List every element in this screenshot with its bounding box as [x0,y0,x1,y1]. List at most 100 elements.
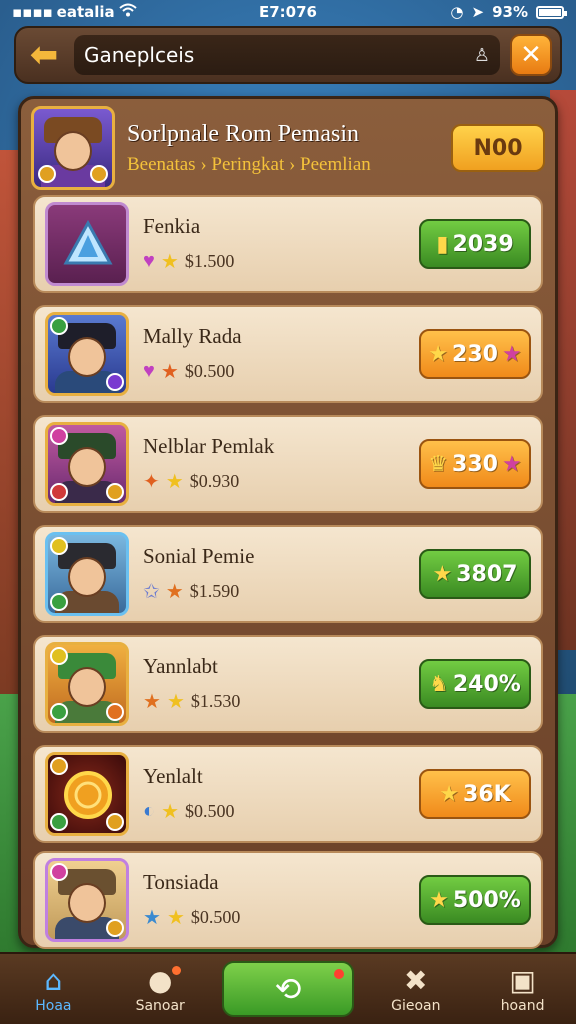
panel-action-button[interactable]: N00 [451,124,545,172]
nav-search[interactable]: ● Sanoar [115,964,205,1014]
claim-label: 3807 [456,561,518,587]
gem-icon [50,427,68,445]
gem-icon [106,919,124,937]
character-face [54,131,92,172]
search-text: Ganeplceis [84,43,195,67]
nav-board[interactable]: ▣ hoand [478,964,568,1014]
close-icon: ✕ [520,40,542,70]
item-icon [45,202,129,286]
character-face [68,447,106,488]
nav-home[interactable]: ⌂ Hoaa [8,964,98,1014]
item-stat: $1.530 [190,691,241,711]
status-bar: ▪▪▪▪ eatalia E7:076 ◔ ➤ 93% [0,0,576,24]
gem-icon [50,647,68,665]
star-icon: ★ [143,907,161,929]
star-icon: ★ [161,801,180,823]
nav-home-label: Hoaa [35,998,72,1014]
battery-fill [539,8,562,16]
close-button[interactable]: ✕ [510,34,552,76]
list-item[interactable]: Yannlabt ★ ★ $1.530 ♞ 240% [33,635,543,733]
featured-avatar[interactable] [31,106,115,190]
item-icon [45,752,129,836]
nav-battle[interactable]: ✖ Gieoan [371,964,461,1014]
home-icon: ⌂ [44,964,63,997]
character-face [68,883,106,924]
gem-icon [50,317,68,335]
star-icon: ★ [160,251,179,273]
item-stat: $0.500 [190,907,241,927]
character-face [68,557,106,598]
battery-percent: 93% [492,3,528,21]
gem-icon [106,703,124,721]
carrier: ▪▪▪▪ eatalia [12,3,137,21]
list-item[interactable]: Yenlalt ◐ ★ $0.500 ★ 36K [33,745,543,843]
star-icon: ★ [165,471,184,493]
claim-button[interactable]: ★ 36K [419,769,531,819]
crystal-icon [63,219,113,265]
panel-title: Sorlpnale Rom Pemasin [127,120,359,147]
claim-label: 36K [463,781,511,807]
claim-button[interactable]: ★ 500% [419,875,531,925]
nav-search-label: Sanoar [135,998,185,1014]
claim-button[interactable]: ▮ 2039 [419,219,531,269]
star-icon: ★ [143,691,161,713]
item-stat: $0.930 [189,471,240,491]
item-stat: $1.500 [184,251,235,271]
gem-icon [50,757,68,775]
heart-icon: ♥ [143,360,155,382]
nav-center-button[interactable]: ⟲ [221,961,354,1017]
avatar [45,858,129,942]
star-icon: ★ [160,361,179,383]
item-name: Nelblar Pemlak [143,434,275,458]
gem-icon [38,165,56,183]
crossed-swords-icon: ✖ [404,964,428,997]
gem-icon [50,483,68,501]
signal-icon: ▪▪▪▪ [12,3,53,21]
claim-button[interactable]: ★ 230 ★ [419,329,531,379]
nav-battle-label: Gieoan [391,998,441,1014]
character-face [68,667,106,708]
item-name: Tonsiada [143,870,219,894]
star-icon: ★ [429,887,449,913]
list-item[interactable]: Fenkia ♥ ★ $1.500 ▮ 2039 [33,195,543,293]
clock-text: E7:076 [259,3,317,21]
gem-icon [106,373,124,391]
location-icon: ➤ [471,3,485,21]
gem-icon [106,483,124,501]
item-stat: $0.500 [185,801,235,821]
star-icon: ✦ [143,471,160,493]
avatar [45,422,129,506]
list-item[interactable]: Mally Rada ♥ ★ $0.500 ★ 230 ★ [33,305,543,403]
claim-label: 330 [452,451,498,477]
top-header: ⬅ Ganeplceis ♙ ✕ [14,26,562,84]
nav-board-label: hoand [500,998,545,1014]
star-icon: ★ [439,781,460,807]
claim-label: 500% [452,887,521,913]
gem-icon [50,813,68,831]
coin-icon [64,771,112,819]
claim-button[interactable]: ♛ 330 ★ [419,439,531,489]
star-icon: ★ [166,907,185,929]
item-name: Fenkia [143,214,201,238]
list-item[interactable]: Nelblar Pemlak ✦ ★ $0.930 ♛ 330 ★ [33,415,543,513]
gem-icon [50,703,68,721]
trophy-icon: ♛ [428,451,449,477]
claim-button[interactable]: ★ 3807 [419,549,531,599]
wifi-icon [119,3,137,21]
panel-header: Sorlpnale Rom Pemasin Beenatas › Peringk… [31,105,545,191]
breadcrumb[interactable]: Beenatas › Peringkat › Peemlian [127,154,451,176]
list-item[interactable]: Tonsiada ★ ★ $0.500 ★ 500% [33,851,543,949]
star-icon: ✩ [143,581,160,603]
item-stat: $0.500 [184,361,235,381]
board-icon: ▣ [509,964,536,997]
gem-icon [106,813,124,831]
list-item[interactable]: Sonial Pemie ✩ ★ $1.590 ★ 3807 [33,525,543,623]
gem-icon [50,593,68,611]
back-button[interactable]: ⬅ [24,35,64,75]
arrow-left-icon: ⬅ [29,35,59,75]
search-input[interactable]: Ganeplceis ♙ [74,35,500,75]
item-name: Yenlalt [143,764,203,788]
moon-icon: ◐ [143,800,156,822]
claim-button[interactable]: ♞ 240% [419,659,531,709]
claim-label: 240% [452,671,521,697]
